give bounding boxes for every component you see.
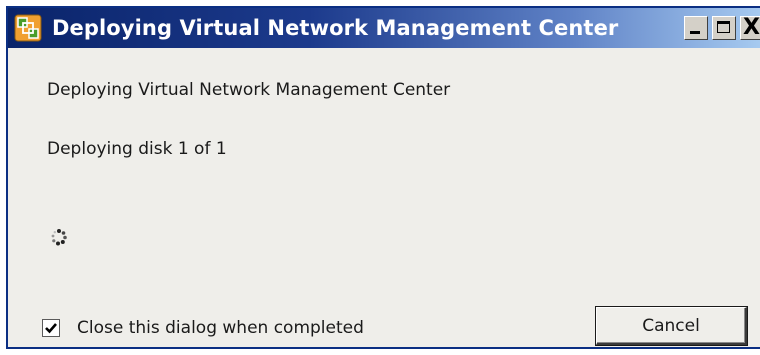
deploy-status: Deploying disk 1 of 1 xyxy=(47,139,227,159)
loading-spinner-icon xyxy=(50,228,68,246)
window-title: Deploying Virtual Network Management Cen… xyxy=(52,16,619,40)
close-when-completed-label[interactable]: Close this dialog when completed xyxy=(77,318,364,338)
deploy-heading: Deploying Virtual Network Management Cen… xyxy=(47,80,451,100)
close-when-completed-checkbox[interactable] xyxy=(42,319,60,337)
cancel-button[interactable]: Cancel xyxy=(595,306,748,346)
minimize-button[interactable] xyxy=(684,16,708,40)
checkmark-icon xyxy=(45,323,57,334)
title-bar[interactable]: Deploying Virtual Network Management Cen… xyxy=(8,8,760,48)
maximize-button[interactable] xyxy=(712,16,736,40)
close-button[interactable]: X xyxy=(740,16,760,40)
window-controls: X xyxy=(684,16,760,40)
vsphere-app-icon xyxy=(14,14,42,42)
close-icon: X xyxy=(743,16,760,40)
close-when-completed-option[interactable]: Close this dialog when completed xyxy=(42,318,364,338)
deploy-dialog: Deploying Virtual Network Management Cen… xyxy=(6,6,760,349)
